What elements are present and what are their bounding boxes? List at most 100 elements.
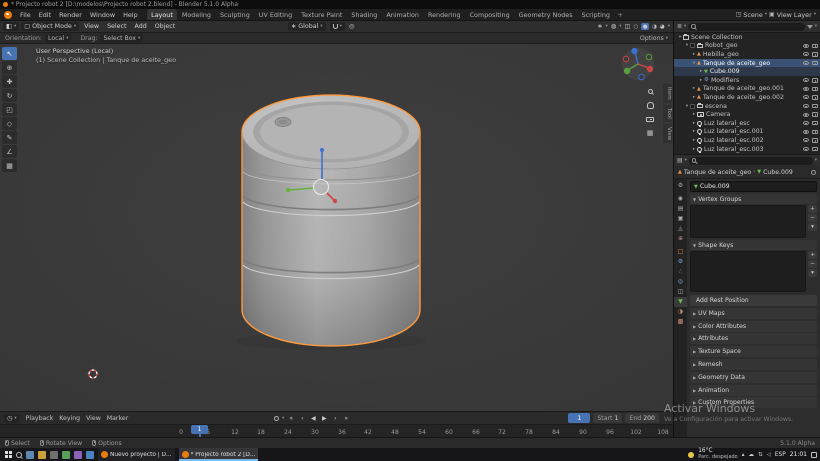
disable-render-icon[interactable] (812, 95, 818, 100)
gizmo-neg-y-ball[interactable] (645, 53, 653, 61)
menu-file[interactable]: File (16, 11, 35, 19)
volume-icon[interactable]: ◁ (767, 452, 771, 458)
disable-render-icon[interactable] (812, 52, 818, 57)
tool-orientation-dropdown[interactable]: Local ▾ (45, 33, 72, 43)
outliner-item-luz-lateral-esc[interactable]: ▸ Luz lateral_esc (674, 119, 820, 128)
timeline-menu-view[interactable]: View (86, 415, 101, 422)
properties-tab-render[interactable]: ◉ (674, 194, 687, 204)
view-layer-dropdown-chevron[interactable]: ▾ (814, 12, 816, 17)
start-button[interactable] (5, 451, 8, 454)
shading-material-button[interactable]: ◑ (652, 24, 657, 30)
disable-render-icon[interactable] (812, 103, 818, 109)
menu-edit[interactable]: Edit (35, 11, 55, 19)
disable-render-icon[interactable] (812, 129, 818, 135)
disable-render-icon[interactable] (812, 86, 818, 92)
pan-hand-icon[interactable] (644, 100, 656, 110)
properties-tab-object-data[interactable]: ▼ (674, 297, 687, 307)
ortho-toggle-icon[interactable]: ▦ (644, 128, 656, 138)
tab-animation[interactable]: Animation (382, 9, 424, 20)
cloud-icon[interactable]: ☁ (749, 452, 755, 458)
taskbar-app-icon[interactable] (62, 450, 70, 459)
properties-tab-texture[interactable]: ▩ (674, 317, 687, 327)
overlays-dropdown[interactable]: ▾ (619, 24, 621, 29)
panel-vertex-groups[interactable]: ▼ Vertex Groups (690, 194, 817, 204)
shape-key-specials-button[interactable]: ▾ (808, 269, 817, 277)
drag-mode-dropdown[interactable]: Select Box ▾ (100, 33, 144, 43)
tab-sculpting[interactable]: Sculpting (215, 9, 254, 20)
frame-start-field[interactable]: Start 1 (593, 413, 623, 423)
outliner-item-robot-geo[interactable]: ▾ Robot_geo (674, 42, 820, 51)
properties-tab-view-layer[interactable]: ▣ (674, 214, 687, 224)
panel-texture-space[interactable]: ▶ Texture Space (690, 346, 817, 358)
properties-tab-particles[interactable]: ∴ (674, 267, 687, 277)
taskbar-app-icon[interactable] (26, 450, 34, 459)
gizmos-dropdown[interactable]: ▾ (606, 24, 608, 29)
hide-viewport-icon[interactable] (803, 43, 809, 48)
breadcrumb-object[interactable]: Tanque de aceite_geo (684, 169, 751, 176)
outliner-item-scene-collection[interactable]: ▾ Scene Collection (674, 33, 820, 42)
taskbar-app-icon[interactable] (74, 450, 82, 459)
next-keyframe-button[interactable]: › (331, 415, 339, 422)
hide-viewport-icon[interactable] (803, 147, 809, 152)
auto-keyframe-button[interactable] (274, 415, 279, 421)
navigation-gizmo[interactable] (620, 46, 656, 82)
viewport-canvas[interactable] (0, 44, 673, 411)
zoom-icon[interactable] (644, 86, 656, 96)
taskbar-search-icon[interactable] (16, 451, 22, 458)
notification-center-icon[interactable] (811, 451, 817, 458)
shading-wireframe-button[interactable]: ○ (633, 24, 638, 30)
properties-tab-constraints[interactable]: ◫ (674, 287, 687, 297)
jump-to-start-button[interactable]: « (287, 415, 295, 422)
tab-rendering[interactable]: Rendering (423, 9, 465, 20)
outliner-item-tanque-de-aceite-geo[interactable]: ▾ ▲ Tanque de aceite_geo (674, 58, 820, 68)
outliner-item-cube-009[interactable]: ▸ ▼ Cube.009 (674, 67, 820, 76)
menu-window[interactable]: Window (86, 11, 119, 19)
gizmo-z-ball[interactable] (631, 47, 638, 55)
shape-key-add-button[interactable]: + (808, 251, 817, 259)
shape-keys-list[interactable] (690, 251, 806, 292)
tool-select-box[interactable]: ↖ (2, 47, 17, 60)
gizmos-toggle[interactable]: ∗ (597, 23, 602, 30)
tool-rotate[interactable]: ↻ (2, 89, 17, 102)
panel-custom-properties[interactable]: ▶ Custom Properties (690, 397, 817, 409)
properties-tab-object[interactable]: □ (674, 247, 687, 257)
proportional-editing-toggle[interactable]: ◎ (349, 23, 355, 30)
tool-move[interactable]: ✚ (2, 75, 17, 88)
outliner-item-escena[interactable]: ▾ escena (674, 102, 820, 111)
sidebar-tab-tool[interactable]: Tool (663, 104, 672, 122)
blender-logo-icon[interactable] (4, 10, 12, 19)
filter-dropdown[interactable]: ▾ (815, 24, 817, 29)
jump-to-end-button[interactable]: » (342, 415, 350, 422)
outliner-item-luz-lateral-esc-003[interactable]: ▸ Luz lateral_esc.003 (674, 145, 820, 154)
tool-annotate[interactable]: ✎ (2, 131, 17, 144)
properties-tab-scene[interactable]: ◬ (674, 224, 687, 234)
disable-render-icon[interactable] (812, 138, 818, 143)
outliner-item-modifiers[interactable]: ▸ ⚙ Modifiers (674, 76, 820, 85)
gizmo-neg-x-ball[interactable] (622, 55, 630, 63)
timeline-menu-marker[interactable]: Marker (107, 415, 128, 422)
keying-set-dropdown[interactable]: ▾ (282, 416, 284, 421)
disable-render-icon[interactable] (812, 120, 818, 126)
timeline-menu-playback[interactable]: Playback (26, 415, 54, 422)
properties-search-input[interactable] (688, 156, 813, 165)
hide-viewport-icon[interactable] (803, 95, 809, 100)
vertex-groups-list[interactable] (690, 205, 806, 238)
scene-dropdown-chevron[interactable]: ▾ (765, 12, 767, 17)
gizmo-z-handle[interactable] (320, 148, 324, 152)
panel-attributes[interactable]: ▶ Attributes (690, 333, 817, 345)
disable-render-icon[interactable] (812, 43, 818, 49)
properties-tab-modifiers[interactable]: ⚙ (674, 257, 687, 267)
outliner-display-mode-dropdown[interactable]: ▾ (684, 24, 686, 29)
menu-object[interactable]: Object (152, 23, 179, 30)
menu-view[interactable]: View (81, 23, 102, 30)
vertex-group-specials-button[interactable]: ▾ (808, 223, 817, 231)
tab-texture-paint[interactable]: Texture Paint (297, 9, 347, 20)
properties-tab-world[interactable]: ⊕ (674, 234, 687, 244)
taskbar-app-icon[interactable] (38, 450, 46, 459)
tool-scale[interactable]: ◰ (2, 103, 17, 116)
properties-tab-material[interactable]: ◑ (674, 307, 687, 317)
hide-viewport-icon[interactable] (803, 104, 809, 109)
properties-tab-tool[interactable]: ⚙ (674, 181, 687, 191)
taskbar-window-nuevo-proyecto[interactable]: Nuevo proyecto | D... (98, 448, 175, 461)
tab-compositing[interactable]: Compositing (465, 9, 514, 20)
